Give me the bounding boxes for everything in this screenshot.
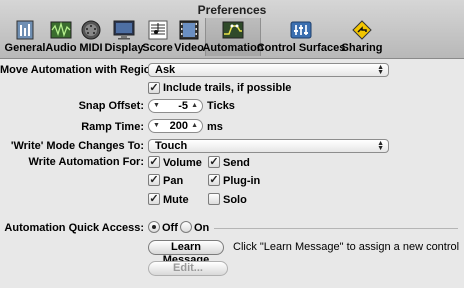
- mute-label: Mute: [163, 194, 189, 206]
- snap-offset-stepper[interactable]: ▼ -5 ▲: [148, 99, 203, 113]
- tab-audio-label: Audio: [45, 42, 77, 54]
- move-automation-label: Move Automation with Regions:: [0, 64, 168, 76]
- snap-offset-label: Snap Offset:: [78, 100, 144, 112]
- tab-audio[interactable]: Audio: [45, 18, 77, 56]
- write-mode-label: 'Write' Mode Changes To:: [10, 140, 144, 152]
- tab-video[interactable]: Video: [173, 18, 205, 56]
- ramp-time-value: 200: [169, 120, 188, 132]
- snap-offset-unit: Ticks: [207, 100, 235, 112]
- edit-button[interactable]: Edit...: [148, 261, 228, 276]
- tab-general[interactable]: General: [4, 18, 46, 56]
- write-mode-popup[interactable]: Touch ▲ ▼: [148, 139, 389, 153]
- ramp-time-label: Ramp Time:: [81, 121, 144, 133]
- stepper-up-icon[interactable]: ▲: [191, 102, 198, 109]
- tab-display-label: Display: [104, 42, 144, 54]
- tab-general-label: General: [4, 42, 46, 54]
- preferences-window: Preferences General Audio MIDI Display S…: [0, 0, 464, 288]
- mute-checkbox[interactable]: ✓: [148, 193, 160, 205]
- tab-sharing[interactable]: Sharing: [341, 18, 383, 56]
- preferences-toolbar: General Audio MIDI Display Score Video A…: [4, 18, 383, 56]
- divider: [214, 228, 458, 229]
- include-trails-label: Include trails, if possible: [163, 82, 292, 94]
- tab-automation-label: Automation: [202, 42, 264, 54]
- audio-icon: [49, 19, 73, 41]
- learn-message-hint: Click "Learn Message" to assign a new co…: [233, 241, 460, 253]
- tab-control-surfaces[interactable]: Control Surfaces: [257, 18, 345, 56]
- popup-arrows-icon: ▲ ▼: [377, 140, 384, 152]
- general-icon: [13, 19, 37, 41]
- tab-display[interactable]: Display: [104, 18, 144, 56]
- popup-arrows-icon: ▲ ▼: [377, 64, 384, 76]
- stepper-down-icon[interactable]: ▼: [153, 122, 160, 129]
- quick-access-off-label: Off: [162, 222, 178, 234]
- sharing-icon: [350, 19, 374, 41]
- ramp-time-unit: ms: [207, 121, 223, 133]
- stepper-up-icon[interactable]: ▲: [191, 122, 198, 129]
- stepper-down-icon[interactable]: ▼: [153, 102, 160, 109]
- quick-access-on-radio[interactable]: [180, 221, 192, 233]
- pan-label: Pan: [163, 175, 184, 187]
- quick-access-off-radio[interactable]: [148, 221, 160, 233]
- tab-control-surfaces-label: Control Surfaces: [256, 42, 346, 54]
- ramp-time-stepper[interactable]: ▼ 200 ▲: [148, 119, 203, 133]
- solo-label: Solo: [223, 194, 247, 206]
- plugin-checkbox[interactable]: ✓: [208, 174, 220, 186]
- midi-icon: [79, 19, 103, 41]
- tab-score[interactable]: Score: [142, 18, 173, 56]
- quick-access-on-label: On: [194, 222, 210, 234]
- move-automation-value: Ask: [155, 64, 176, 76]
- send-label: Send: [223, 157, 250, 169]
- tab-sharing-label: Sharing: [341, 42, 383, 54]
- tab-automation[interactable]: Automation: [202, 18, 264, 56]
- pan-checkbox[interactable]: ✓: [148, 174, 160, 186]
- tab-midi-label: MIDI: [79, 42, 103, 54]
- tab-midi[interactable]: MIDI: [76, 18, 106, 56]
- move-automation-popup[interactable]: Ask ▲ ▼: [148, 63, 389, 77]
- volume-label: Volume: [163, 157, 202, 169]
- write-automation-label: Write Automation For:: [28, 156, 145, 168]
- control-surfaces-icon: [289, 19, 313, 41]
- window-title: Preferences: [197, 3, 267, 17]
- write-mode-value: Touch: [155, 140, 188, 152]
- title-bar: Preferences General Audio MIDI Display S…: [0, 0, 464, 59]
- include-trails-checkbox[interactable]: ✓: [148, 82, 160, 94]
- video-icon: [177, 19, 201, 41]
- plugin-label: Plug-in: [223, 175, 261, 187]
- tab-score-label: Score: [142, 42, 173, 54]
- display-icon: [112, 19, 136, 41]
- quick-access-label: Automation Quick Access:: [4, 222, 144, 234]
- snap-offset-value: -5: [178, 100, 188, 112]
- learn-message-button[interactable]: Learn Message: [148, 240, 224, 266]
- tab-video-label: Video: [174, 42, 204, 54]
- score-icon: [146, 19, 170, 41]
- send-checkbox[interactable]: ✓: [208, 156, 220, 168]
- volume-checkbox[interactable]: ✓: [148, 156, 160, 168]
- automation-icon: [221, 19, 245, 41]
- solo-checkbox[interactable]: [208, 193, 220, 205]
